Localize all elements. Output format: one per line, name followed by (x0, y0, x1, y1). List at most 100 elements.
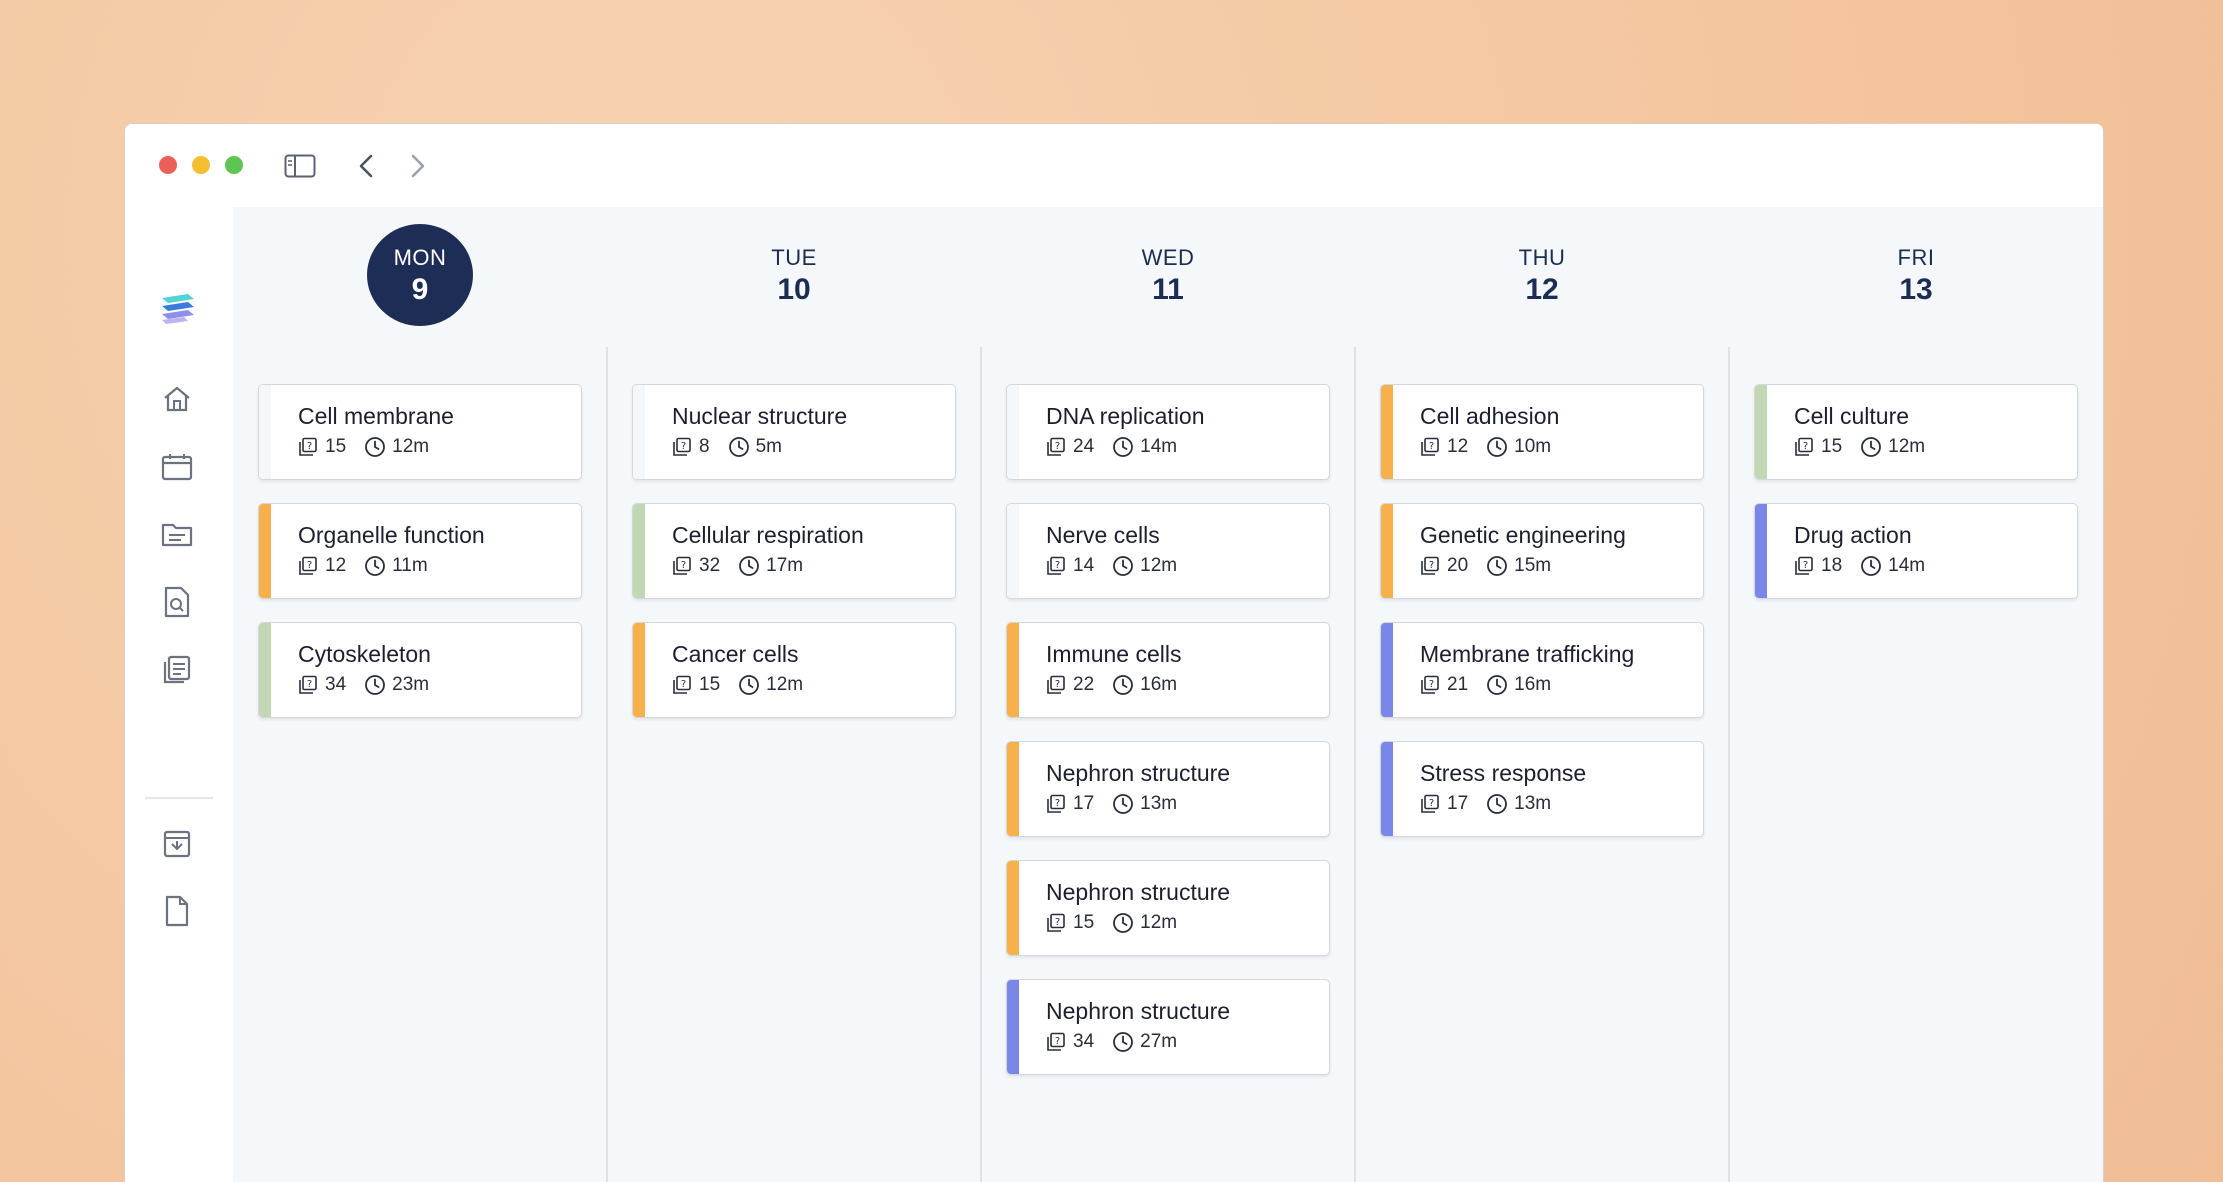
svg-text:?: ? (1429, 560, 1434, 571)
study-session-card[interactable]: Cytoskeleton ? 34 23m (258, 622, 582, 718)
card-title: Stress response (1420, 760, 1587, 786)
study-session-card[interactable]: Stress response ? 17 13m (1380, 741, 1704, 837)
question-cards-icon: ? (1045, 912, 1067, 934)
card-title: Cell culture (1794, 403, 1910, 429)
svg-text:?: ? (1429, 798, 1434, 809)
question-cards-icon: ? (1045, 436, 1067, 458)
study-session-card[interactable]: Organelle function? 12 11m (258, 503, 582, 599)
study-session-card[interactable]: Membrane trafficking ? 21 16m (1380, 622, 1704, 718)
card-color-stripe (1381, 385, 1393, 479)
chevron-right-icon[interactable] (398, 146, 438, 186)
card-color-stripe (633, 504, 645, 598)
study-session-card[interactable]: Cell culture? 15 12m (1754, 384, 2078, 480)
card-title: Nephron structure (1046, 998, 1231, 1024)
study-session-card[interactable]: Cell adhesion? 12 10m (1380, 384, 1704, 480)
study-session-card[interactable]: Nuclear structure? 8 5m (632, 384, 956, 480)
home-icon[interactable] (155, 377, 199, 421)
question-cards-icon: ? (297, 436, 319, 458)
duration-label: 16m (1140, 674, 1178, 695)
column-divider (980, 347, 982, 1182)
study-session-card[interactable]: Nerve cells? 14 12m (1006, 503, 1330, 599)
clock-icon (728, 436, 750, 458)
logo-icon[interactable] (155, 287, 199, 331)
card-title: DNA replication (1046, 403, 1205, 429)
zoom-window-button[interactable] (225, 156, 243, 174)
card-color-stripe (1007, 504, 1019, 598)
study-session-card[interactable]: Nephron structure? 17 13m (1006, 741, 1330, 837)
clock-icon (1112, 555, 1134, 577)
question-cards-icon: ? (671, 674, 693, 696)
card-meta: ? 21 16m (1419, 674, 1551, 696)
card-meta: ? 17 13m (1419, 793, 1551, 815)
card-meta: ? 22 16m (1045, 674, 1177, 696)
svg-text:?: ? (1055, 560, 1060, 571)
card-title: Membrane trafficking (1420, 641, 1635, 667)
question-count: 12 (325, 555, 347, 576)
card-color-stripe (1755, 504, 1767, 598)
clock-icon (1112, 436, 1134, 458)
duration-label: 12m (392, 436, 430, 457)
question-count: 32 (699, 555, 721, 576)
card-title: Cytoskeleton (298, 641, 431, 667)
study-session-card[interactable]: DNA replication ? 24 14m (1006, 384, 1330, 480)
chevron-left-icon[interactable] (346, 146, 386, 186)
svg-text:?: ? (307, 560, 312, 571)
study-session-card[interactable]: Nephron structure? 15 12m (1006, 860, 1330, 956)
duration-label: 12m (766, 674, 804, 695)
study-session-card[interactable]: Cancer cells? 15 12m (632, 622, 956, 718)
day-header-mon[interactable]: MON 9 (233, 224, 607, 328)
day-header-thu[interactable]: THU 12 (1355, 224, 1729, 328)
folder-icon[interactable] (155, 512, 199, 556)
svg-text:?: ? (1055, 679, 1060, 690)
card-meta: ? 34 23m (297, 674, 429, 696)
archive-icon[interactable] (155, 822, 199, 866)
card-meta: ? 24 14m (1045, 436, 1177, 458)
card-title: Drug action (1794, 522, 1912, 548)
close-window-button[interactable] (159, 156, 177, 174)
card-title: Genetic engineering (1420, 522, 1626, 548)
sidebar-toggle-icon[interactable] (280, 146, 320, 186)
card-meta: ? 15 12m (671, 674, 803, 696)
question-cards-icon: ? (297, 555, 319, 577)
sidebar (125, 207, 233, 1182)
card-color-stripe (259, 385, 271, 479)
clock-icon (1860, 555, 1882, 577)
question-cards-icon: ? (1793, 555, 1815, 577)
day-header-fri[interactable]: FRI 13 (1729, 224, 2103, 328)
duration-label: 12m (1888, 436, 1926, 457)
question-count: 22 (1073, 674, 1095, 695)
card-meta: ? 34 27m (1045, 1031, 1177, 1053)
clock-icon (1112, 1031, 1134, 1053)
clock-icon (1486, 674, 1508, 696)
study-session-card[interactable]: Drug action? 18 14m (1754, 503, 2078, 599)
svg-text:?: ? (307, 441, 312, 452)
question-count: 12 (1447, 436, 1469, 457)
card-color-stripe (1755, 385, 1767, 479)
search-document-icon[interactable] (155, 580, 199, 624)
day-header-tue[interactable]: TUE 10 (607, 224, 981, 328)
study-session-card[interactable]: Genetic engineering? 20 15m (1380, 503, 1704, 599)
day-header-wed[interactable]: WED 11 (981, 224, 1355, 328)
question-cards-icon: ? (1793, 436, 1815, 458)
study-session-card[interactable]: Nephron structure ? 34 27m (1006, 979, 1330, 1075)
question-count: 15 (1821, 436, 1843, 457)
notes-icon[interactable] (155, 647, 199, 691)
study-session-card[interactable]: Immune cells? 22 16m (1006, 622, 1330, 718)
card-color-stripe (1007, 980, 1019, 1074)
svg-text:?: ? (1055, 441, 1060, 452)
clock-icon (364, 436, 386, 458)
question-count: 20 (1447, 555, 1469, 576)
document-icon[interactable] (155, 889, 199, 933)
question-cards-icon: ? (1045, 793, 1067, 815)
calendar-icon[interactable] (155, 445, 199, 489)
study-session-card[interactable]: Cellular respiration? 32 17m (632, 503, 956, 599)
study-session-card[interactable]: Cell membrane? 15 12m (258, 384, 582, 480)
clock-icon (1112, 674, 1134, 696)
minimize-window-button[interactable] (192, 156, 210, 174)
duration-label: 14m (1140, 436, 1178, 457)
duration-label: 12m (1140, 555, 1178, 576)
day-number-label: 10 (777, 273, 811, 306)
duration-label: 12m (1140, 912, 1178, 933)
column-divider (1728, 347, 1730, 1182)
question-count: 15 (325, 436, 347, 457)
